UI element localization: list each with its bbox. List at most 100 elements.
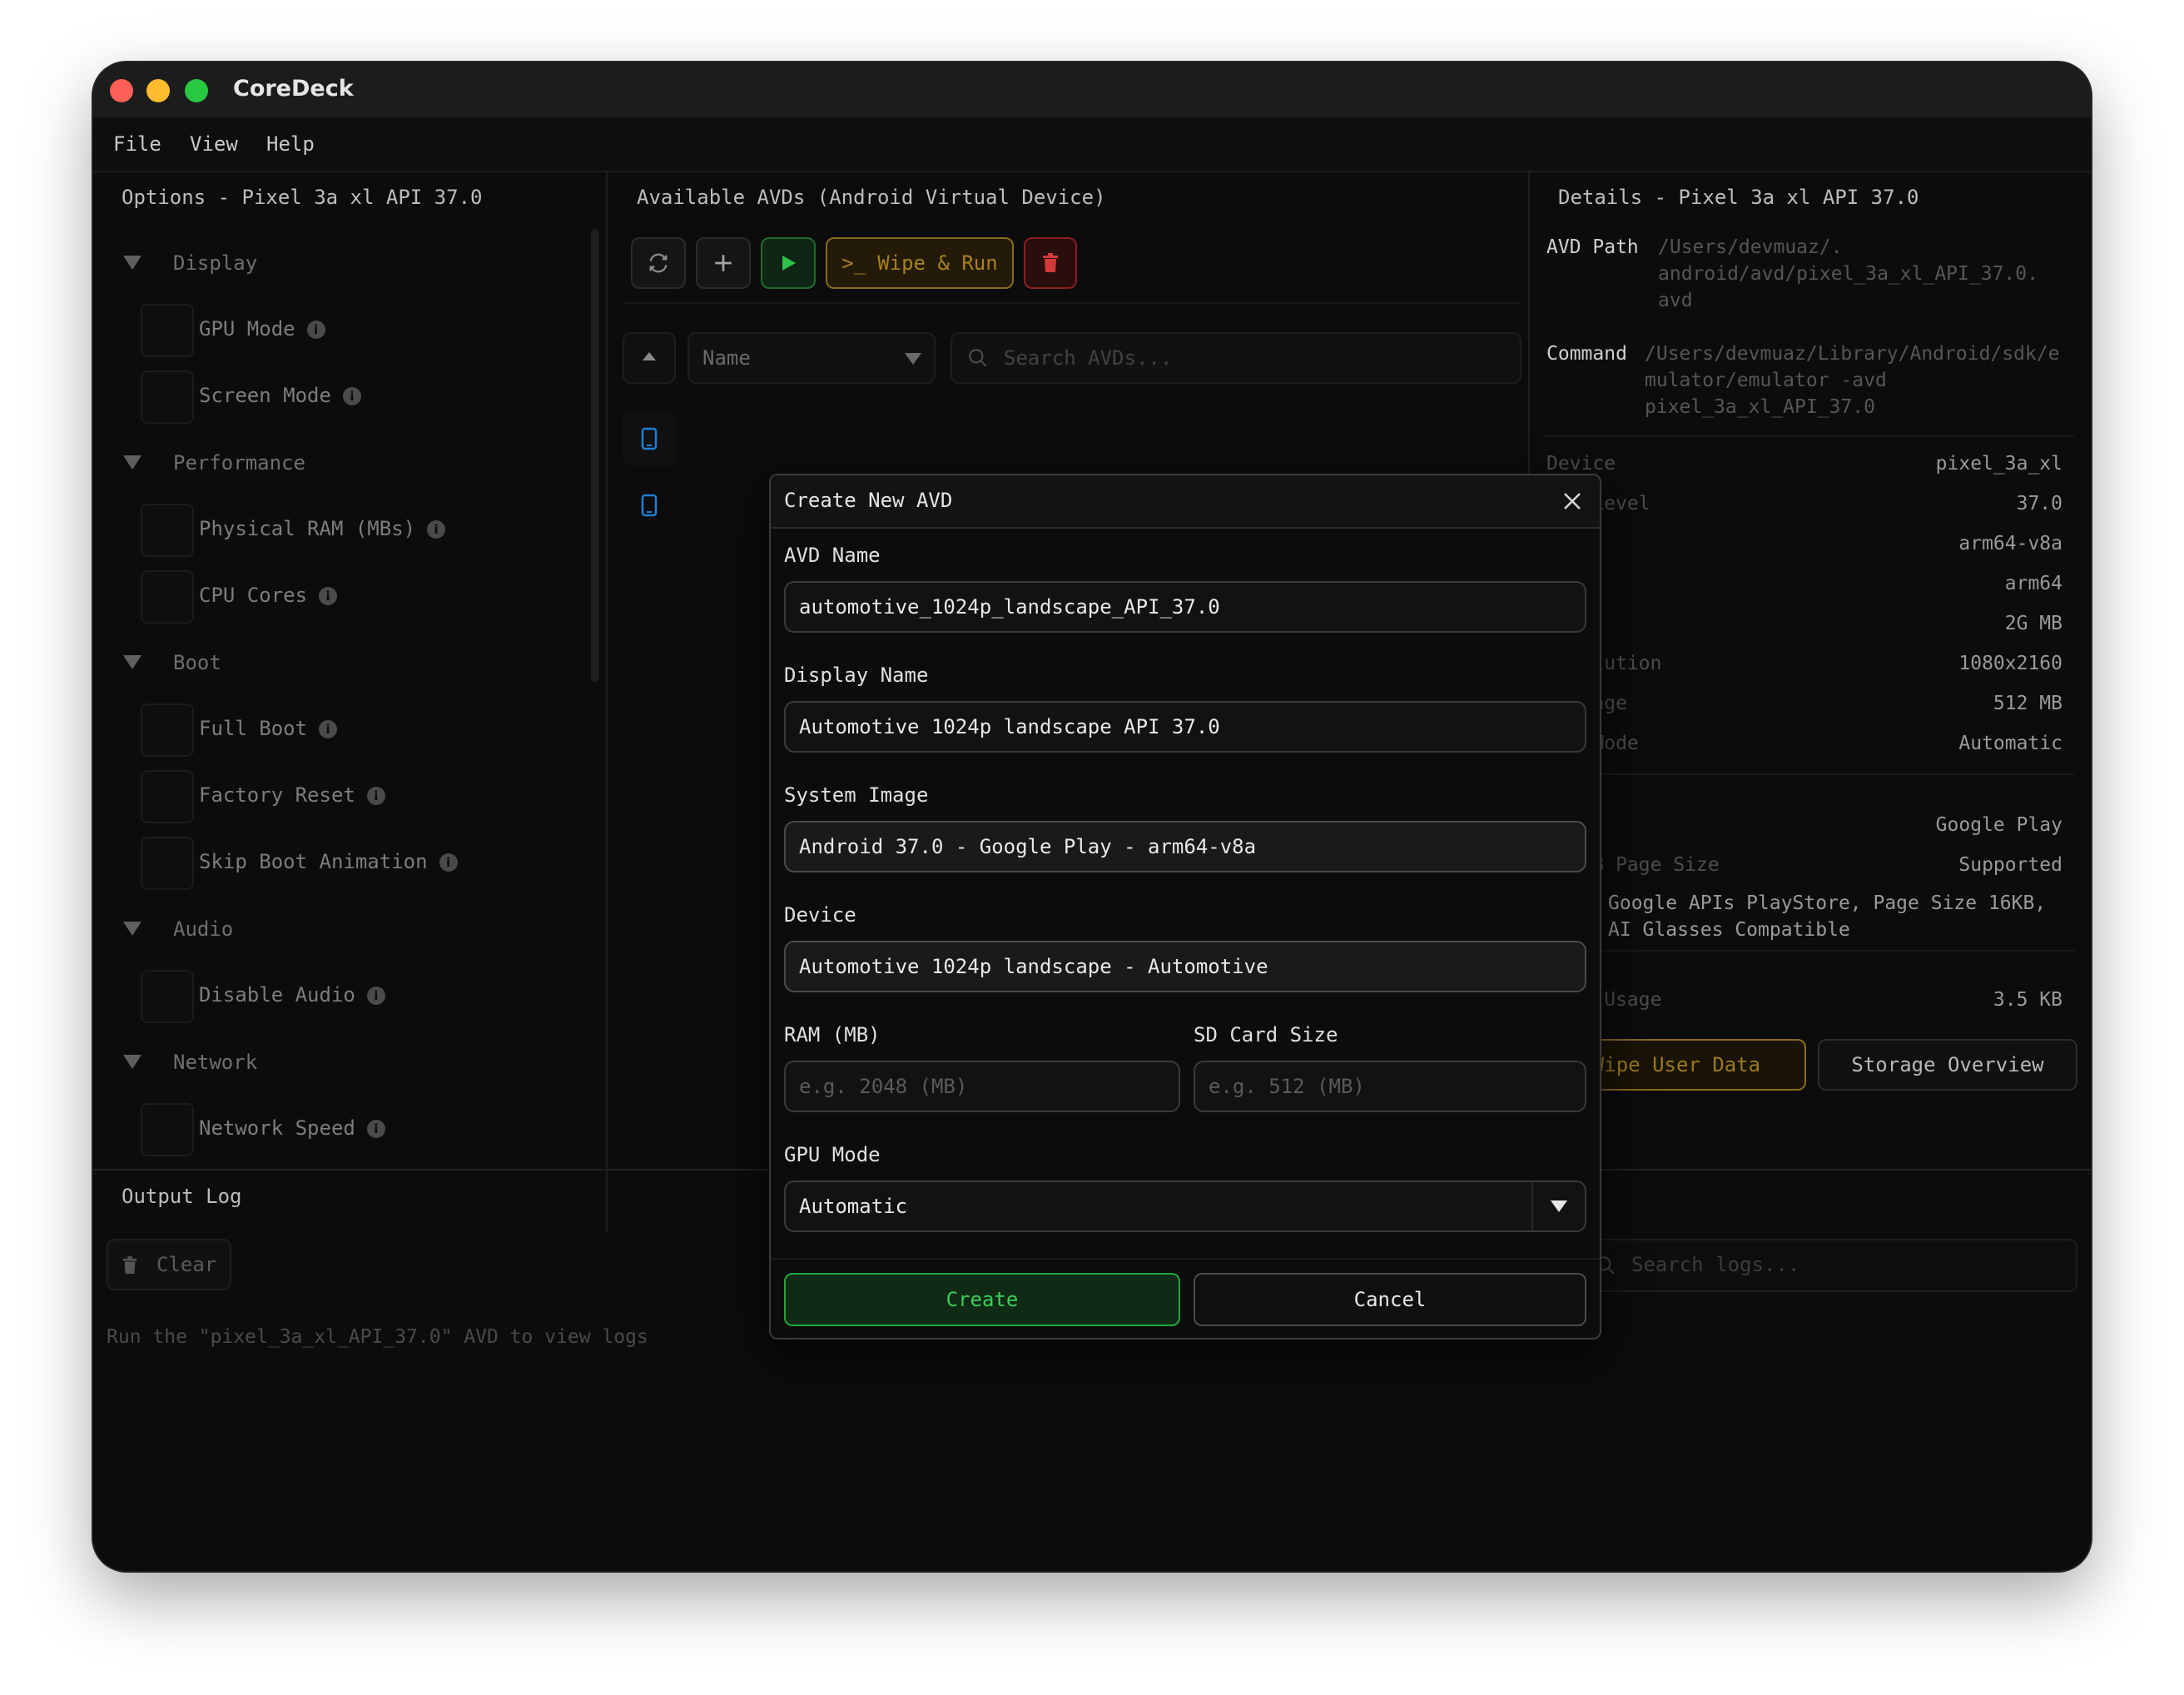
avd-path-line: /Users/devmuaz/. xyxy=(1658,236,1843,258)
storage-overview-button[interactable]: Storage Overview xyxy=(1818,1039,2077,1091)
add-avd-button[interactable] xyxy=(696,237,751,289)
refresh-icon xyxy=(649,253,668,273)
detail-value: 37.0 xyxy=(2016,493,2062,514)
menu-file[interactable]: File xyxy=(113,126,161,162)
option-checkbox[interactable] xyxy=(141,370,194,424)
options-title: Options - Pixel 3a xl API 37.0 xyxy=(122,186,483,209)
avd-list-item[interactable] xyxy=(623,479,676,532)
gpu-mode-select[interactable]: Automatic xyxy=(784,1181,1586,1232)
refresh-button[interactable] xyxy=(631,237,686,289)
avd-search-placeholder: Search AVDs... xyxy=(1004,346,1173,370)
detail-value: 2G MB xyxy=(2004,613,2062,634)
close-icon[interactable] xyxy=(1563,492,1581,510)
cancel-button[interactable]: Cancel xyxy=(1194,1273,1586,1326)
info-icon[interactable]: i xyxy=(342,387,361,405)
collapse-triangle-icon[interactable] xyxy=(123,256,141,270)
section-boot[interactable]: Boot xyxy=(173,648,221,678)
option-checkbox[interactable] xyxy=(141,703,194,757)
options-scrollbar[interactable] xyxy=(591,229,599,682)
run-avd-button[interactable] xyxy=(761,237,816,289)
ram-input[interactable]: e.g. 2048 (MB) xyxy=(784,1061,1180,1112)
option-label: Skip Boot Animation xyxy=(199,850,428,873)
command-label: Command xyxy=(1546,343,1627,365)
detail-value: Automatic xyxy=(1958,733,2062,754)
option-checkbox[interactable] xyxy=(141,970,194,1023)
clear-log-button[interactable]: Clear xyxy=(107,1239,231,1290)
collapse-triangle-icon[interactable] xyxy=(123,455,141,470)
info-icon[interactable]: i xyxy=(439,853,458,872)
option-label: GPU Mode xyxy=(199,317,295,340)
collapse-triangle-icon[interactable] xyxy=(123,1055,141,1069)
option-checkbox[interactable] xyxy=(141,837,194,890)
command-line: pixel_3a_xl_API_37.0 xyxy=(1645,396,1875,418)
collapse-triangle-icon[interactable] xyxy=(123,922,141,936)
create-button[interactable]: Create xyxy=(784,1273,1180,1326)
info-icon[interactable]: i xyxy=(319,720,338,738)
zoom-window-button[interactable] xyxy=(185,79,208,102)
option-label: Physical RAM (MBs) xyxy=(199,517,416,540)
close-window-button[interactable] xyxy=(110,79,133,102)
option-checkbox[interactable] xyxy=(141,570,194,624)
info-icon[interactable]: i xyxy=(366,787,385,805)
detail-value: 3.5 KB xyxy=(1993,989,2062,1011)
info-icon[interactable]: i xyxy=(427,520,446,539)
menu-help[interactable]: Help xyxy=(266,126,315,162)
trash-icon xyxy=(1043,253,1058,272)
info-icon[interactable]: i xyxy=(306,321,325,339)
dropdown-toggle[interactable] xyxy=(1531,1182,1585,1230)
app-window: CoreDeck File View Help Options - Pixel … xyxy=(93,62,2091,1571)
dialog-title: Create New AVD xyxy=(784,489,953,512)
section-display[interactable]: Display xyxy=(173,248,257,278)
option-label: Factory Reset xyxy=(199,783,355,807)
option-checkbox[interactable] xyxy=(141,304,194,357)
avd-path-line: avd xyxy=(1658,290,1693,311)
option-checkbox[interactable] xyxy=(141,504,194,557)
detail-value: arm64 xyxy=(2004,573,2062,594)
dialog-header: Create New AVD xyxy=(771,475,1600,529)
menu-view[interactable]: View xyxy=(190,126,238,162)
system-image-select[interactable]: Android 37.0 - Google Play - arm64-v8a xyxy=(784,821,1586,872)
command-line: /Users/devmuaz/Library/Android/sdk/e xyxy=(1645,343,2060,365)
delete-avd-button[interactable] xyxy=(1024,237,1077,289)
device-select[interactable]: Automotive 1024p landscape - Automotive xyxy=(784,941,1586,992)
trash-icon xyxy=(122,1256,137,1274)
collapse-triangle-icon[interactable] xyxy=(123,655,141,669)
avd-path-line: android/avd/pixel_3a_xl_API_37.0. xyxy=(1658,263,2038,285)
option-label: CPU Cores xyxy=(199,584,308,607)
command-value: /Users/devmuaz/Library/Android/sdk/e mul… xyxy=(1645,340,2060,420)
gpu-mode-label: GPU Mode xyxy=(784,1143,881,1166)
divider xyxy=(1545,950,2074,952)
avd-search-input[interactable]: Search AVDs... xyxy=(951,332,1521,384)
sort-select[interactable]: Name xyxy=(687,332,936,384)
display-name-input[interactable]: Automotive 1024p landscape API 37.0 xyxy=(784,701,1586,753)
sd-card-input[interactable]: e.g. 512 (MB) xyxy=(1194,1061,1586,1112)
details-title: Details - Pixel 3a xl API 37.0 xyxy=(1558,186,1919,209)
section-network[interactable]: Network xyxy=(173,1047,257,1077)
avd-panel-title: Available AVDs (Android Virtual Device) xyxy=(637,186,1106,209)
divider xyxy=(606,171,608,1232)
info-icon[interactable]: i xyxy=(366,1120,385,1138)
command-line: mulator/emulator -avd xyxy=(1645,370,1887,391)
wipe-and-run-button[interactable]: >_ Wipe & Run xyxy=(826,237,1014,289)
menu-bar: File View Help xyxy=(93,117,2091,172)
system-image-label: System Image xyxy=(784,783,929,807)
avd-list-item[interactable] xyxy=(623,412,676,465)
app-title: CoreDeck xyxy=(233,76,354,102)
avd-name-input[interactable]: automotive_1024p_landscape_API_37.0 xyxy=(784,581,1586,633)
option-checkbox[interactable] xyxy=(141,770,194,823)
output-log-title: Output Log xyxy=(122,1185,242,1208)
sort-direction-button[interactable] xyxy=(623,332,676,384)
sort-select-value: Name xyxy=(702,346,751,370)
log-search-input[interactable]: Search logs... xyxy=(1578,1239,2077,1292)
search-icon xyxy=(969,349,987,367)
log-search-placeholder: Search logs... xyxy=(1631,1253,1800,1276)
info-icon[interactable]: i xyxy=(366,987,385,1005)
detail-value: arm64-v8a xyxy=(1958,533,2062,554)
divider xyxy=(771,1258,1600,1260)
minimize-window-button[interactable] xyxy=(146,79,170,102)
section-performance[interactable]: Performance xyxy=(173,448,305,478)
section-audio[interactable]: Audio xyxy=(173,914,233,944)
option-checkbox[interactable] xyxy=(141,1103,194,1156)
option-label: Screen Mode xyxy=(199,384,331,407)
info-icon[interactable]: i xyxy=(319,587,338,605)
